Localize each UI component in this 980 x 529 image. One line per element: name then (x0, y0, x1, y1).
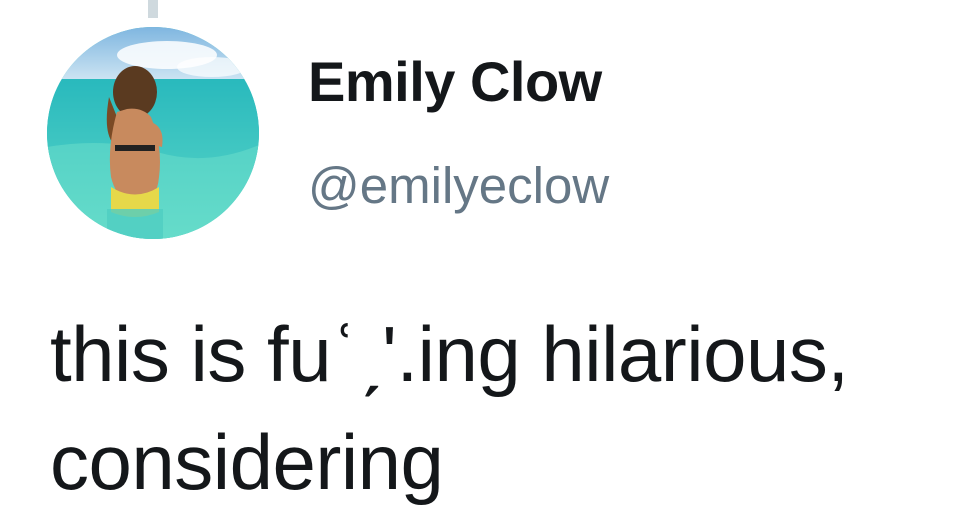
author-display-name[interactable]: Emily Clow (308, 54, 602, 110)
tweet: Emily Clow @emilyeclow this is fuʿˏʹ.ing… (0, 0, 980, 529)
thread-connector-line (148, 0, 158, 18)
tweet-text: this is fuʿˏʹ.ing hilarious, considering (50, 300, 970, 516)
profile-photo-beach-icon (47, 27, 259, 239)
tweet-text-line-2: considering (50, 418, 444, 506)
avatar[interactable] (47, 27, 259, 239)
tweet-text-line-1: this is fuʿˏʹ.ing hilarious, (50, 310, 849, 398)
author-handle[interactable]: @emilyeclow (308, 160, 609, 211)
